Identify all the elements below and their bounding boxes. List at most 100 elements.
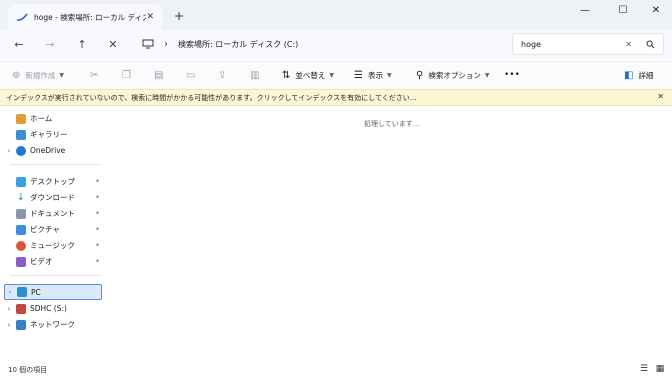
maximize-button[interactable]: ☐ bbox=[612, 3, 634, 19]
chevron-down-icon: ▼ bbox=[329, 71, 335, 79]
search-folder-icon bbox=[16, 13, 28, 21]
chevron-down-icon: ▼ bbox=[484, 71, 490, 79]
address-bar[interactable]: › 検索場所: ローカル ディスク (C:) bbox=[134, 33, 506, 55]
search-options-label: 検索オプション bbox=[428, 70, 481, 80]
chevron-right-icon[interactable]: › bbox=[5, 288, 15, 296]
sidebar-item-pc[interactable]: › PC bbox=[4, 284, 102, 300]
sidebar-item-label: ピクチャ bbox=[30, 225, 60, 234]
minimize-button[interactable]: — bbox=[574, 3, 596, 19]
cancel-search-button[interactable]: ✕ bbox=[104, 36, 122, 54]
pin-icon[interactable]: ✦ bbox=[95, 178, 100, 185]
sidebar-item-documents[interactable]: ドキュメント ✦ bbox=[4, 206, 102, 221]
sidebar-item-gallery[interactable]: ギャラリー bbox=[4, 127, 102, 142]
cut-button[interactable]: ✂ bbox=[90, 66, 103, 84]
delete-button[interactable]: ▥ bbox=[250, 66, 264, 84]
pc-icon bbox=[17, 287, 27, 297]
chevron-down-icon: ▼ bbox=[386, 71, 392, 79]
pin-icon[interactable]: ✦ bbox=[95, 194, 100, 201]
monitor-icon bbox=[142, 39, 154, 49]
tab-close-icon[interactable]: ✕ bbox=[146, 12, 154, 22]
sidebar-item-network[interactable]: › ネットワーク bbox=[4, 317, 102, 332]
sidebar-item-label: ホーム bbox=[30, 114, 53, 123]
new-button-label: 新規作成 bbox=[25, 70, 56, 80]
sidebar-divider bbox=[10, 275, 100, 276]
gallery-icon bbox=[16, 129, 26, 140]
copy-button[interactable]: ❐ bbox=[122, 66, 136, 84]
info-bar-close-icon[interactable]: ✕ bbox=[657, 92, 664, 101]
search-options-button[interactable]: ⚲ 検索オプション ▼ bbox=[416, 66, 489, 84]
sidebar-item-onedrive[interactable]: › OneDrive bbox=[4, 143, 102, 158]
forward-button[interactable]: → bbox=[41, 36, 59, 54]
new-button[interactable]: ⊕ 新規作成 ▼ bbox=[12, 66, 64, 84]
sidebar-item-label: ドキュメント bbox=[30, 209, 75, 218]
sidebar-item-videos[interactable]: ビデオ ✦ bbox=[4, 254, 102, 269]
chevron-down-icon: ▼ bbox=[59, 71, 65, 79]
share-button[interactable]: ⇪ bbox=[218, 66, 231, 84]
pin-icon[interactable]: ✦ bbox=[95, 210, 100, 217]
view-button-label: 表示 bbox=[367, 70, 383, 80]
tab-title: hoge - 検索場所: ローカル ディスク (C:) bbox=[34, 12, 147, 22]
paste-button[interactable]: ▤ bbox=[154, 66, 168, 84]
copy-icon: ❐ bbox=[122, 69, 131, 81]
chevron-right-icon[interactable]: › bbox=[4, 305, 14, 313]
pin-icon[interactable]: ✦ bbox=[95, 258, 100, 265]
close-window-button[interactable]: ✕ bbox=[645, 3, 667, 19]
back-button[interactable]: ← bbox=[10, 36, 28, 54]
sidebar-item-desktop[interactable]: デスクトップ ✦ bbox=[4, 174, 102, 189]
sidebar-item-label: ギャラリー bbox=[30, 130, 68, 139]
tab-active[interactable]: hoge - 検索場所: ローカル ディスク (C:) ✕ bbox=[8, 4, 162, 30]
sidebar-item-home[interactable]: ホーム bbox=[4, 111, 102, 126]
sidebar-item-label: PC bbox=[31, 287, 41, 297]
sidebar-item-label: SDHC (S:) bbox=[30, 304, 67, 313]
rename-icon: ▭ bbox=[186, 69, 196, 81]
breadcrumb[interactable]: 検索場所: ローカル ディスク (C:) bbox=[178, 39, 298, 50]
scissors-icon: ✂ bbox=[90, 69, 99, 81]
large-icons-view-icon[interactable]: ▦ bbox=[654, 364, 666, 375]
desktop-icon bbox=[16, 176, 26, 187]
sort-button[interactable]: ⇅ 並べ替え ▼ bbox=[282, 66, 334, 84]
chevron-right-icon[interactable]: › bbox=[4, 321, 14, 329]
details-button[interactable]: ◧ 詳細 bbox=[624, 66, 653, 84]
pin-icon[interactable]: ✦ bbox=[95, 226, 100, 233]
share-icon: ⇪ bbox=[218, 69, 227, 81]
rename-button[interactable]: ▭ bbox=[186, 66, 200, 84]
search-box[interactable]: hoge ✕ bbox=[512, 33, 664, 55]
document-icon bbox=[16, 208, 26, 219]
processing-message: 処理しています... bbox=[364, 120, 420, 128]
sd-card-icon bbox=[16, 303, 26, 314]
details-pane-icon: ◧ bbox=[624, 69, 634, 81]
more-options-button[interactable]: ••• bbox=[504, 66, 520, 84]
network-icon bbox=[16, 319, 26, 330]
search-input[interactable]: hoge bbox=[521, 40, 625, 49]
sidebar-item-music[interactable]: ミュージック ✦ bbox=[4, 238, 102, 253]
download-icon: ↓ bbox=[16, 191, 26, 203]
new-tab-button[interactable]: + bbox=[171, 8, 187, 24]
item-count: 10 個の項目 bbox=[8, 365, 48, 374]
pin-icon[interactable]: ✦ bbox=[95, 242, 100, 249]
video-icon bbox=[16, 256, 26, 267]
sort-button-label: 並べ替え bbox=[295, 70, 326, 80]
sidebar-item-sdhc[interactable]: › SDHC (S:) bbox=[4, 301, 102, 316]
clipboard-icon: ▤ bbox=[154, 69, 164, 81]
breadcrumb-chevron-icon[interactable]: › bbox=[164, 39, 168, 50]
sidebar-divider bbox=[10, 164, 100, 165]
sort-icon: ⇅ bbox=[282, 69, 291, 81]
details-button-label: 詳細 bbox=[638, 70, 654, 80]
view-button[interactable]: ☰ 表示 ▼ bbox=[354, 66, 392, 84]
info-bar-message[interactable]: インデックスが実行されていないので、検索に時間がかかる可能性があります。クリック… bbox=[6, 93, 416, 103]
clear-search-icon[interactable]: ✕ bbox=[625, 40, 632, 49]
sidebar-item-pictures[interactable]: ピクチャ ✦ bbox=[4, 222, 102, 237]
trash-icon: ▥ bbox=[250, 69, 260, 81]
sidebar-item-downloads[interactable]: ↓ ダウンロード ✦ bbox=[4, 190, 102, 205]
details-view-icon[interactable]: ☰ bbox=[638, 364, 650, 375]
music-icon bbox=[16, 240, 26, 251]
index-info-bar[interactable]: インデックスが実行されていないので、検索に時間がかかる可能性があります。クリック… bbox=[0, 89, 672, 106]
sidebar-item-label: ネットワーク bbox=[30, 320, 75, 329]
status-bar: 10 個の項目 bbox=[0, 361, 672, 378]
up-button[interactable]: ↑ bbox=[73, 36, 91, 54]
search-options-icon: ⚲ bbox=[416, 69, 424, 81]
sidebar-item-label: OneDrive bbox=[30, 146, 66, 155]
search-icon[interactable] bbox=[646, 40, 655, 49]
chevron-right-icon[interactable]: › bbox=[4, 147, 14, 155]
plus-circle-icon: ⊕ bbox=[12, 69, 21, 81]
